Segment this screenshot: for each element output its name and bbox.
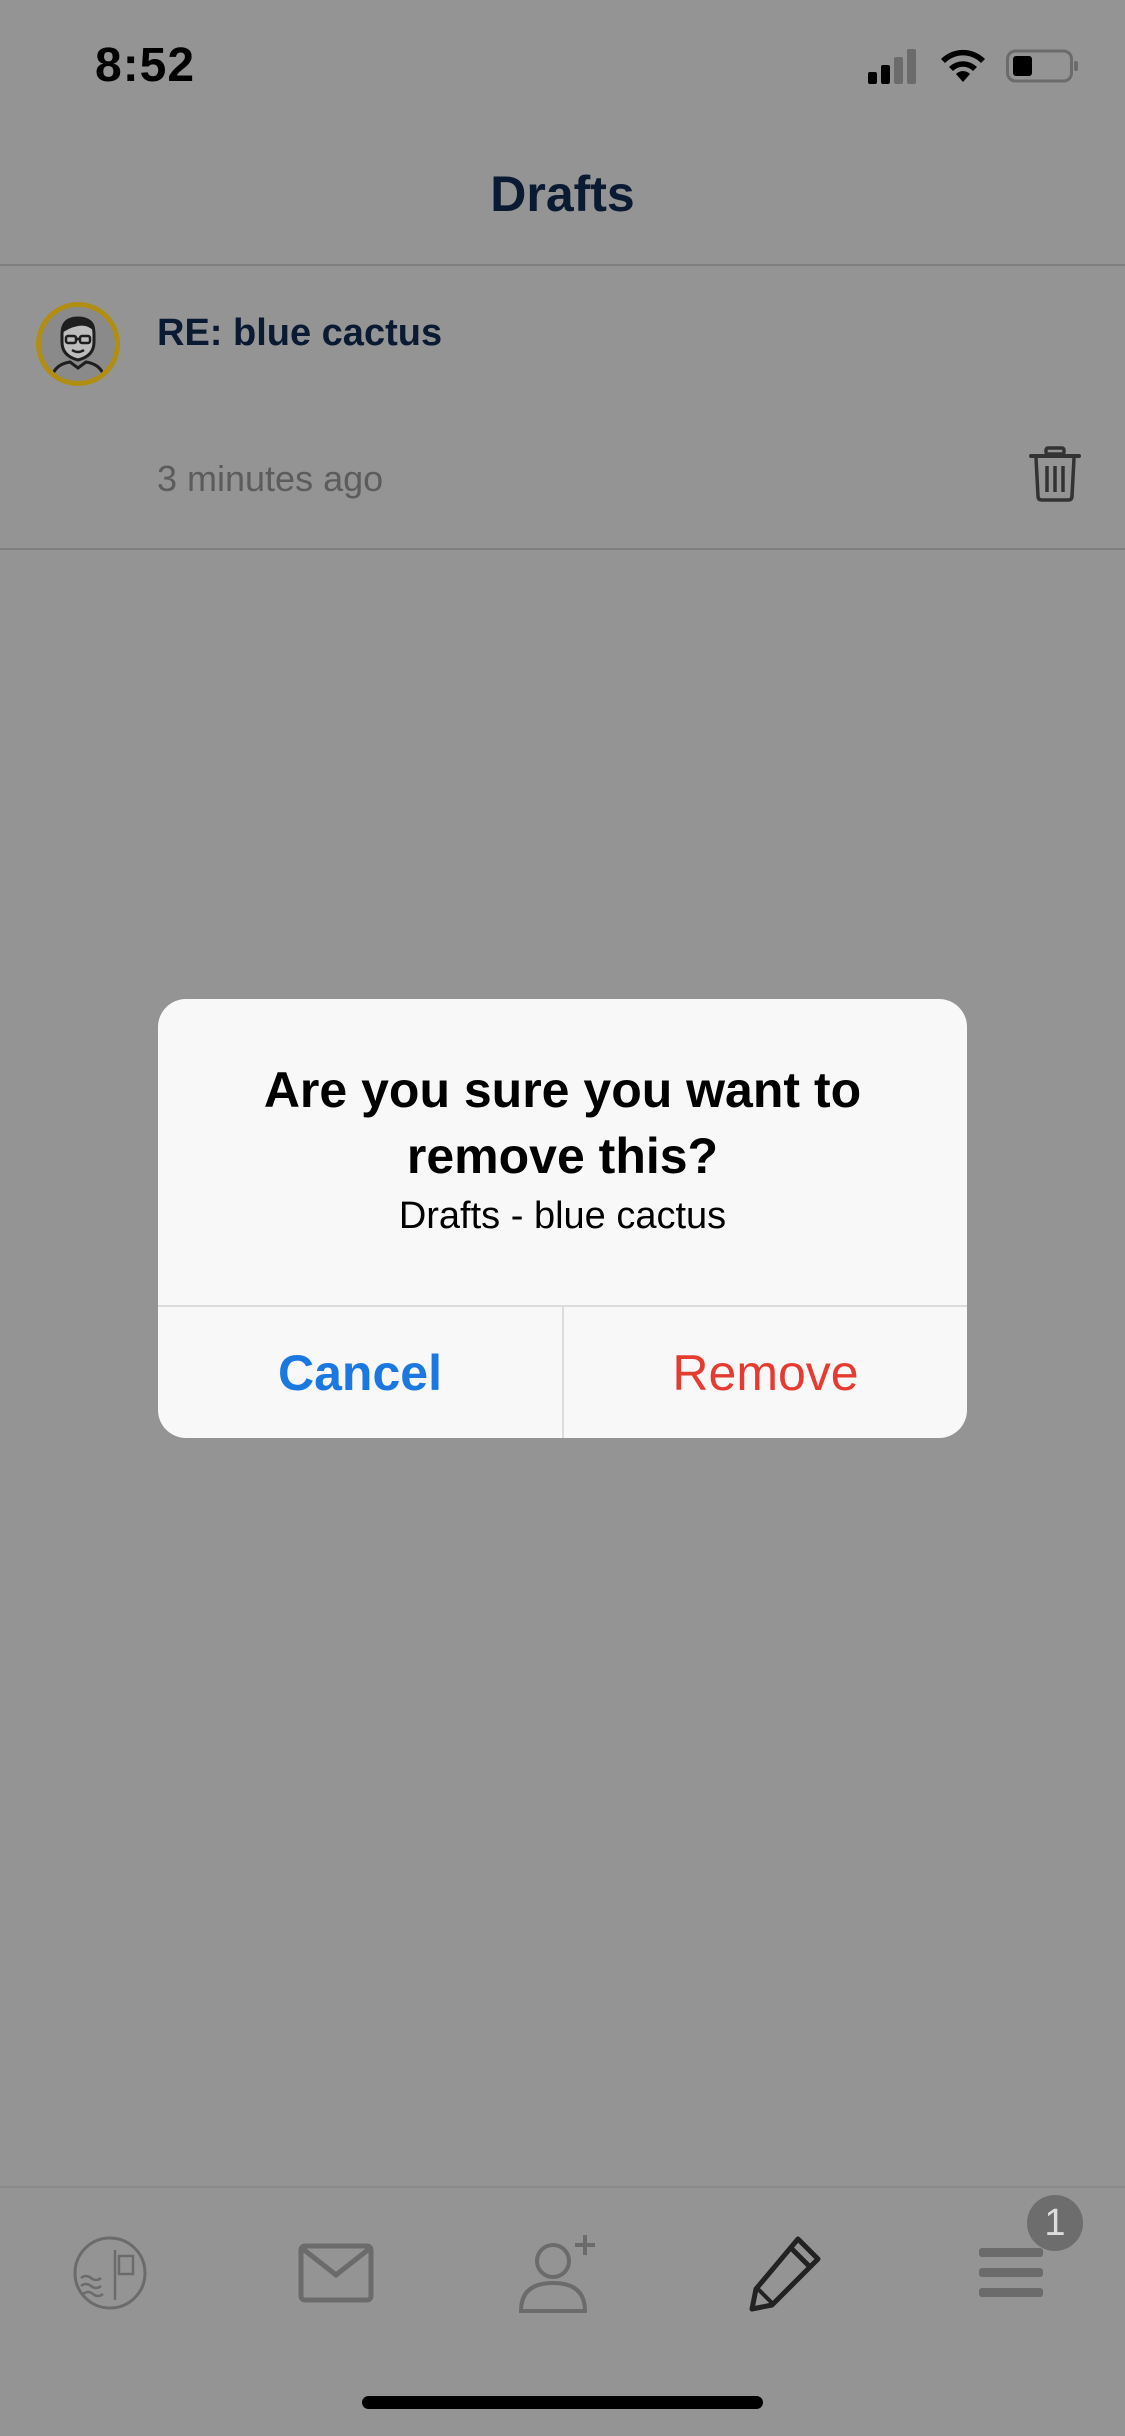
status-time: 8:52 [95,39,196,92]
remove-confirm-dialog: Are you sure you want to remove this? Dr… [158,999,967,1438]
menu-badge: 1 [1027,2195,1083,2251]
user-avatar-icon [36,302,120,386]
mail-icon [298,2243,374,2303]
home-indicator[interactable] [362,2396,763,2409]
tab-stamp[interactable] [65,2228,155,2318]
status-icons [866,48,1080,84]
remove-button[interactable]: Remove [564,1307,967,1438]
alert-title: Are you sure you want to remove this? [263,1062,862,1184]
tab-add-contact[interactable] [513,2228,603,2318]
compose-pencil-icon [749,2236,821,2312]
menu-icon [979,2248,1043,2297]
draft-timestamp: 3 minutes ago [157,458,384,499]
tab-compose[interactable] [741,2228,831,2318]
add-contact-icon [518,2235,595,2313]
row-divider [0,548,1125,550]
tab-bar [0,2188,1125,2338]
page-title: Drafts [490,166,635,222]
wifi-icon [941,49,985,82]
cellular-signal-icon [868,49,916,84]
tab-mail[interactable] [291,2228,381,2318]
draft-subject: RE: blue cactus [157,312,443,354]
trash-icon[interactable] [1029,446,1081,502]
battery-icon [1006,49,1078,83]
alert-message: Drafts - blue cactus [398,1195,727,1237]
list-item[interactable]: RE: blue cactus 3 minutes ago [0,266,1125,548]
status-bar: 8:52 [0,0,1125,132]
cancel-button[interactable]: Cancel [158,1307,562,1438]
stamp-icon [73,2236,147,2310]
